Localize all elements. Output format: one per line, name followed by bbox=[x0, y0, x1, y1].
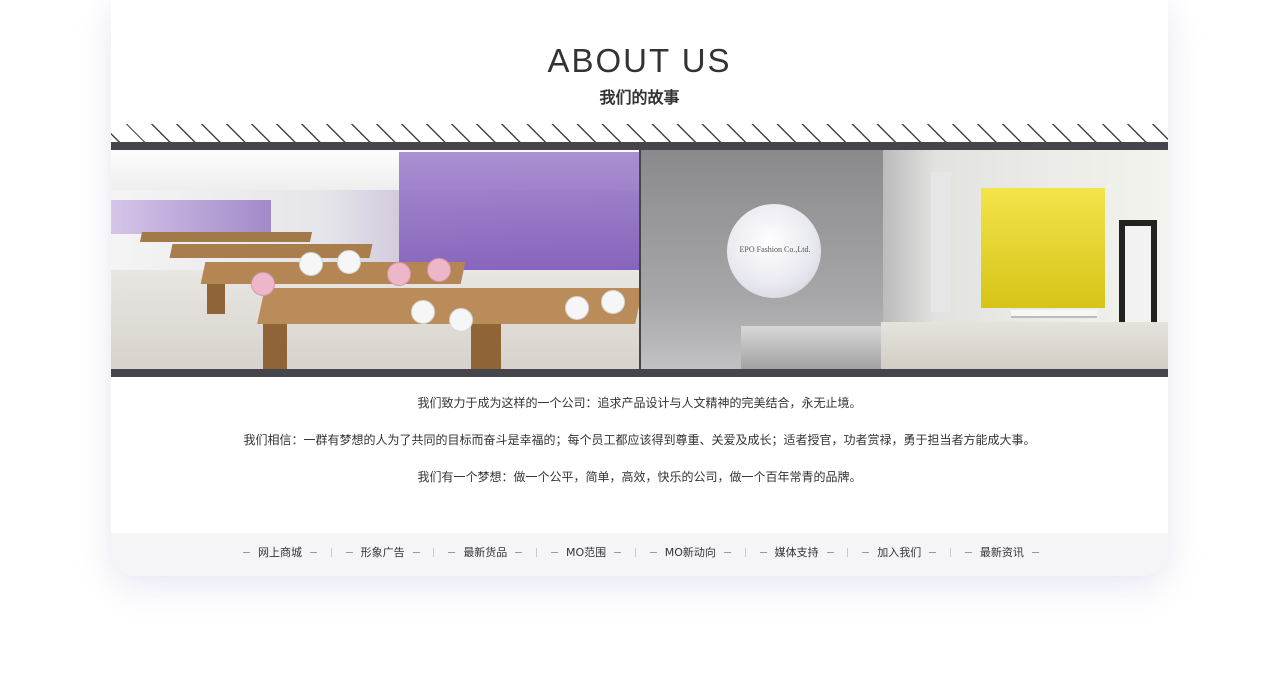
footer-link-label: MO范围 bbox=[565, 546, 607, 559]
intro-text: 我们致力于成为这样的一个公司：追求产品设计与人文精神的完美结合，永无止境。 我们… bbox=[111, 395, 1168, 506]
photo-chair bbox=[601, 290, 625, 314]
dash-icon bbox=[550, 551, 558, 553]
photo-column bbox=[931, 172, 951, 312]
footer-nav-separator bbox=[330, 547, 332, 557]
intro-paragraph: 我们相信：一群有梦想的人为了共同的目标而奋斗是幸福的；每个员工都应该得到尊重、关… bbox=[243, 433, 1036, 447]
photo-chair bbox=[449, 308, 473, 332]
photo-desk-drawer bbox=[471, 324, 501, 369]
footer-link-label: 媒体支持 bbox=[774, 546, 819, 559]
photo-yellow-wall bbox=[981, 188, 1105, 308]
page-subtitle: 我们的故事 bbox=[599, 88, 680, 107]
photo-desk-drawer bbox=[207, 284, 225, 314]
photo-chair bbox=[251, 272, 275, 296]
footer-link-new-products[interactable]: 最新货品 bbox=[440, 544, 530, 560]
footer-link-label: 最新货品 bbox=[463, 546, 508, 559]
footer-nav-separator bbox=[634, 547, 636, 557]
photo-table bbox=[1011, 310, 1097, 318]
dash-icon bbox=[345, 551, 353, 553]
footer-link-label: 网上商城 bbox=[258, 546, 302, 559]
footer-nav-bar: 网上商城 形象广告 最新货品 MO范围 MO新动向 媒体支持 加入我们 最新资讯 bbox=[111, 533, 1168, 576]
footer-link-label: 加入我们 bbox=[877, 546, 922, 559]
dash-icon bbox=[1031, 551, 1039, 553]
footer-link-latest-news[interactable]: 最新资讯 bbox=[957, 544, 1047, 560]
dash-icon bbox=[759, 551, 767, 553]
dash-icon bbox=[515, 551, 523, 553]
footer-nav-separator bbox=[847, 547, 849, 557]
dash-icon bbox=[862, 551, 870, 553]
intro-paragraph: 我们致力于成为这样的一个公司：追求产品设计与人文精神的完美结合，永无止境。 bbox=[417, 396, 862, 410]
photo-chair bbox=[299, 252, 323, 276]
dash-icon bbox=[310, 551, 317, 553]
dash-icon bbox=[243, 551, 250, 553]
lobby-photo: EPO Fashion Co.,Ltd. bbox=[641, 150, 1168, 369]
footer-link-label: 最新资讯 bbox=[979, 546, 1024, 559]
dash-icon bbox=[723, 551, 731, 553]
photo-glass-wall-far bbox=[111, 200, 271, 234]
footer-link-mo-news[interactable]: MO新动向 bbox=[642, 544, 739, 560]
dash-icon bbox=[964, 551, 972, 553]
footer-nav-separator bbox=[744, 547, 746, 557]
footer-nav-separator bbox=[433, 547, 435, 557]
footer-nav-separator bbox=[536, 547, 538, 557]
footer-link-image-ads[interactable]: 形象广告 bbox=[338, 544, 428, 560]
photo-desk bbox=[200, 262, 466, 284]
footer-link-online-store[interactable]: 网上商城 bbox=[235, 544, 325, 560]
photo-chair bbox=[387, 262, 411, 286]
photo-gallery: EPO Fashion Co.,Ltd. bbox=[111, 142, 1168, 377]
photo-chair bbox=[411, 300, 435, 324]
photo-chair bbox=[337, 250, 361, 274]
photo-floor bbox=[881, 322, 1168, 369]
footer-link-label: 形象广告 bbox=[360, 546, 405, 559]
footer-link-media-support[interactable]: 媒体支持 bbox=[752, 544, 842, 560]
intro-paragraph: 我们有一个梦想：做一个公平，简单，高效，快乐的公司，做一个百年常青的品牌。 bbox=[417, 470, 862, 484]
footer-nav-separator bbox=[950, 547, 952, 557]
footer-link-join-us[interactable]: 加入我们 bbox=[854, 544, 944, 560]
page-title: ABOUT US bbox=[547, 42, 732, 79]
footer-nav: 网上商城 形象广告 最新货品 MO范围 MO新动向 媒体支持 加入我们 最新资讯 bbox=[235, 543, 1047, 561]
photo-reception-desk bbox=[741, 326, 881, 369]
dash-icon bbox=[614, 551, 622, 553]
hatch-divider bbox=[111, 124, 1168, 143]
office-photo bbox=[111, 150, 639, 369]
photo-desk-drawer bbox=[263, 324, 287, 369]
dash-icon bbox=[826, 551, 834, 553]
photo-logo-text: EPO Fashion Co.,Ltd. bbox=[739, 245, 811, 254]
footer-link-mo-range[interactable]: MO范围 bbox=[543, 544, 629, 560]
photo-chair bbox=[565, 296, 589, 320]
photo-chair bbox=[427, 258, 451, 282]
dash-icon bbox=[448, 551, 456, 553]
footer-link-label: MO新动向 bbox=[664, 546, 716, 559]
dash-icon bbox=[412, 551, 420, 553]
photo-desk bbox=[139, 232, 313, 242]
dash-icon bbox=[649, 551, 657, 553]
dash-icon bbox=[929, 551, 937, 553]
about-card: ABOUT US 我们的故事 EPO Fashion Co.,Ltd. 我们致力… bbox=[111, 0, 1168, 576]
